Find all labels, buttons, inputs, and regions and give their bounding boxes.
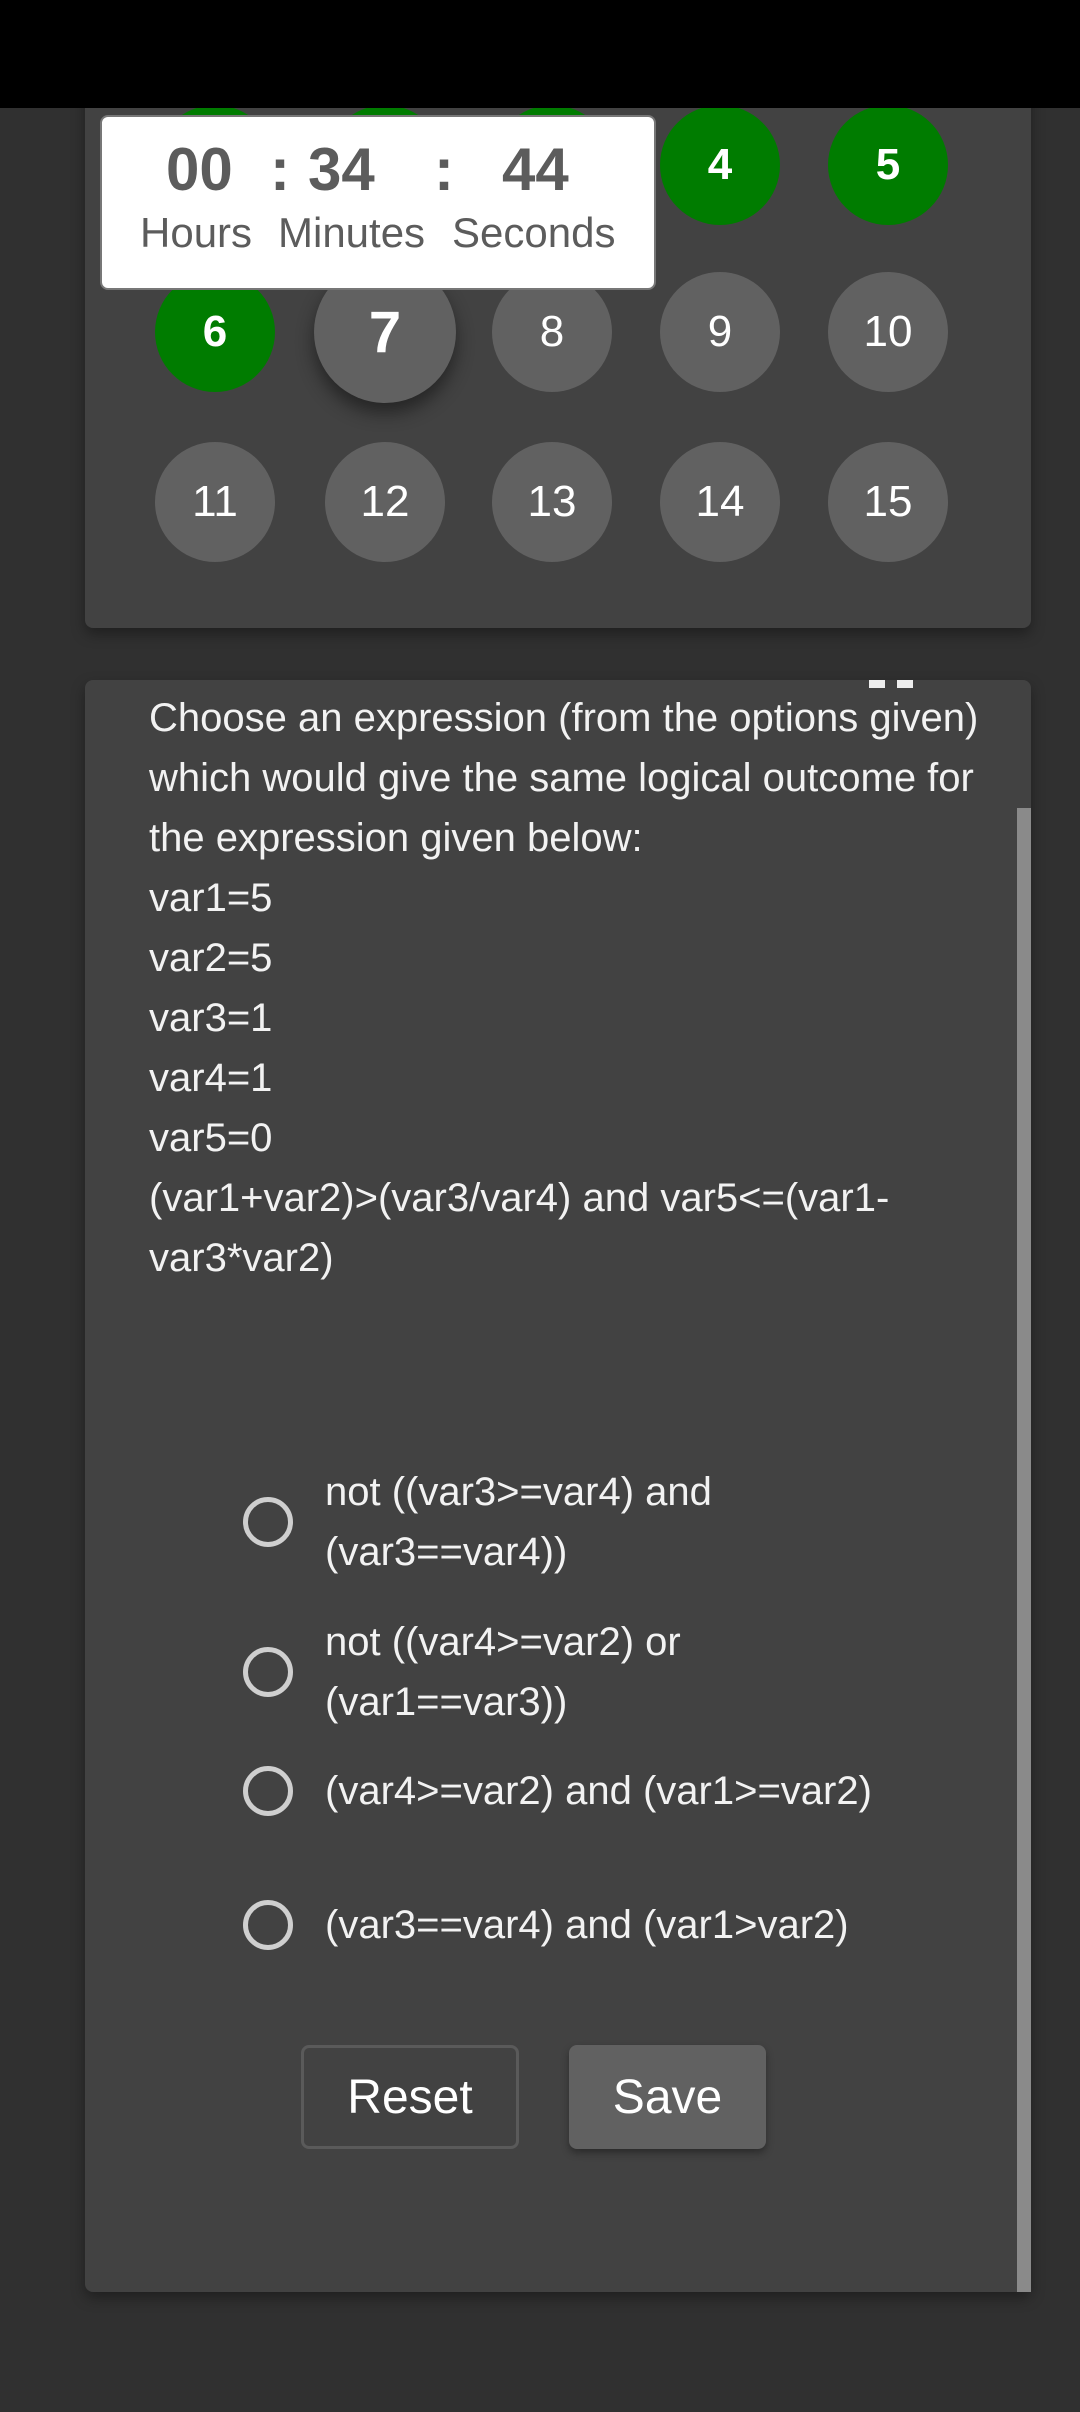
timer-separator: : xyxy=(434,136,454,203)
save-button[interactable]: Save xyxy=(569,2045,766,2149)
option-2[interactable]: not ((var4>=var2) or (var1==var3)) xyxy=(243,1612,943,1732)
question-number-11[interactable]: 11 xyxy=(155,442,275,562)
question-number-12[interactable]: 12 xyxy=(325,442,445,562)
question-card: Choose an expression (from the options g… xyxy=(85,680,1031,2292)
countdown-timer: 00 : 34 : 44 Hours Minutes Seconds xyxy=(100,115,656,290)
question-expression: (var1+var2)>(var3/var4) and var5<=(var1-… xyxy=(149,1176,890,1280)
radio-button[interactable] xyxy=(243,1766,293,1816)
question-number-4[interactable]: 4 xyxy=(660,105,780,225)
option-label: not ((var3>=var4) and (var3==var4)) xyxy=(325,1470,712,1574)
minutes-label: Minutes xyxy=(278,209,426,256)
reset-button[interactable]: Reset xyxy=(301,2045,519,2149)
question-number-9[interactable]: 9 xyxy=(660,272,780,392)
question-number-8[interactable]: 8 xyxy=(492,272,612,392)
option-3[interactable]: (var4>=var2) and (var1>=var2) xyxy=(243,1761,943,1821)
timer-hours: 00 xyxy=(166,136,233,203)
question-line: var3=1 xyxy=(149,996,273,1040)
question-number-5[interactable]: 5 xyxy=(828,105,948,225)
option-4[interactable]: (var3==var4) and (var1>var2) xyxy=(243,1895,943,1955)
question-line: var4=1 xyxy=(149,1056,273,1100)
option-label: (var4>=var2) and (var1>=var2) xyxy=(325,1769,872,1813)
hours-label: Hours xyxy=(140,209,253,256)
timer-minutes: 34 xyxy=(308,136,375,203)
status-bar xyxy=(0,0,1080,108)
option-label: (var3==var4) and (var1>var2) xyxy=(325,1903,849,1947)
question-number-14[interactable]: 14 xyxy=(660,442,780,562)
question-number-13[interactable]: 13 xyxy=(492,442,612,562)
question-line: var5=0 xyxy=(149,1116,273,1160)
radio-button[interactable] xyxy=(243,1900,293,1950)
question-line: var2=5 xyxy=(149,936,273,980)
radio-button[interactable] xyxy=(243,1647,293,1697)
timer-separator: : xyxy=(270,136,290,203)
option-1[interactable]: not ((var3>=var4) and (var3==var4)) xyxy=(243,1462,943,1582)
seconds-label: Seconds xyxy=(452,209,616,256)
question-number-6[interactable]: 6 xyxy=(155,272,275,392)
question-number-15[interactable]: 15 xyxy=(828,442,948,562)
question-number-10[interactable]: 10 xyxy=(828,272,948,392)
radio-button[interactable] xyxy=(243,1497,293,1547)
question-intro: Choose an expression (from the options g… xyxy=(149,696,979,860)
option-label: not ((var4>=var2) or (var1==var3)) xyxy=(325,1620,681,1724)
question-text: Choose an expression (from the options g… xyxy=(149,688,989,1288)
question-line: var1=5 xyxy=(149,876,273,920)
scrollbar[interactable] xyxy=(1017,808,1031,2292)
timer-seconds: 44 xyxy=(502,136,569,203)
